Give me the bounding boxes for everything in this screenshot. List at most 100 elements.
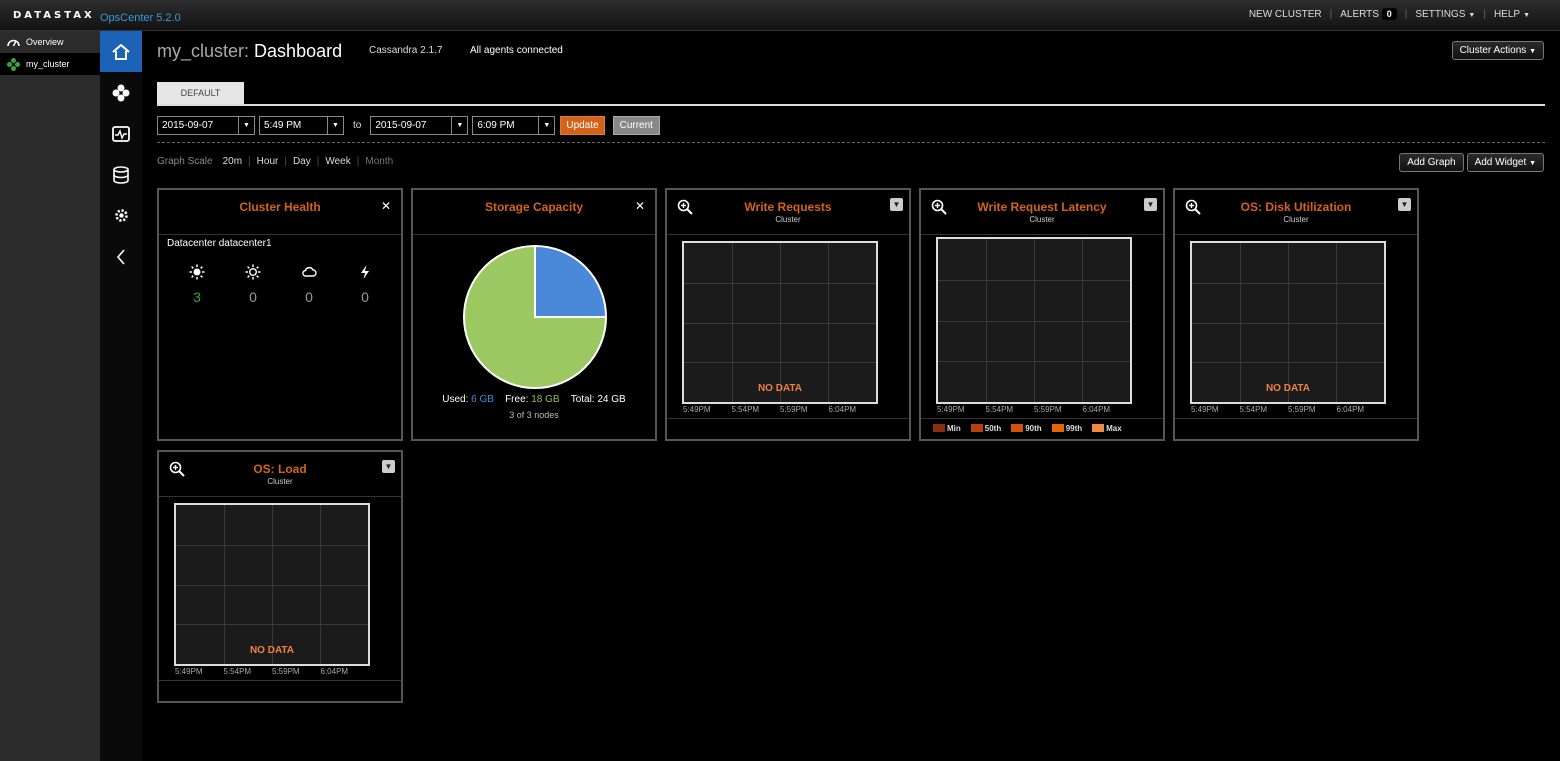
cassandra-version: Cassandra 2.1.7 xyxy=(369,45,443,56)
alerts-link[interactable]: ALERTS 0 xyxy=(1340,8,1397,20)
chevron-down-icon: ▼ xyxy=(538,116,554,134)
scale-week[interactable]: Week xyxy=(325,156,350,167)
legend-item[interactable]: 50th xyxy=(970,424,1002,433)
nodes-count: 3 of 3 nodes xyxy=(509,410,559,420)
to-time-select[interactable]: 6:09 PM ▼ xyxy=(472,115,556,135)
to-date-select[interactable]: 2015-09-07 ▼ xyxy=(370,115,469,135)
dashboard-nav-button[interactable] xyxy=(100,31,142,72)
close-icon[interactable]: ✕ xyxy=(635,199,645,213)
scale-hour[interactable]: Hour xyxy=(257,156,279,167)
legend-item[interactable]: 90th xyxy=(1011,424,1042,433)
cluster-icon xyxy=(7,57,20,71)
add-widget-button[interactable]: Add Widget ▼ xyxy=(1466,153,1544,172)
scale-day[interactable]: Day xyxy=(293,156,311,167)
graph-plot: NO DATA xyxy=(1190,241,1386,404)
graph-plot: NO DATA xyxy=(682,241,878,404)
widget-footer xyxy=(1175,418,1417,419)
scale-separator: | xyxy=(356,156,360,167)
lightning-icon xyxy=(361,265,369,279)
sidebar-item-overview[interactable]: Overview xyxy=(0,31,100,53)
chevron-down-icon: ▼ xyxy=(327,116,343,134)
graph-plot xyxy=(936,237,1132,404)
collapse-nav-button[interactable] xyxy=(100,236,142,277)
data-nav-button[interactable] xyxy=(100,154,142,195)
scale-month[interactable]: Month xyxy=(365,156,393,167)
widget-subtitle: Cluster xyxy=(1283,215,1309,224)
plot-grid xyxy=(1192,243,1384,402)
settings-menu[interactable]: SETTINGS ▼ xyxy=(1415,9,1475,20)
new-cluster-link[interactable]: NEW CLUSTER xyxy=(1249,9,1322,20)
activities-nav-button[interactable] xyxy=(100,113,142,154)
cluster-actions-button[interactable]: Cluster Actions ▼ xyxy=(1451,41,1544,60)
x-tick-label: 5:54PM xyxy=(1239,405,1268,414)
tab-default[interactable]: DEFAULT xyxy=(157,82,244,104)
services-nav-button[interactable] xyxy=(100,195,142,236)
add-graph-button[interactable]: Add Graph xyxy=(1399,153,1464,172)
widget-menu-button[interactable]: ▼ xyxy=(1398,198,1411,211)
icon-bar xyxy=(100,31,142,761)
total-label: Total: xyxy=(570,394,595,405)
legend-label: 50th xyxy=(984,424,1002,433)
widget-menu-button[interactable]: ▼ xyxy=(1144,198,1157,211)
page-name: Dashboard xyxy=(254,41,343,61)
sun-outline-icon xyxy=(245,264,261,280)
x-tick-label: 6:04PM xyxy=(828,405,857,414)
widget-subtitle: Cluster xyxy=(267,477,293,486)
plot-grid xyxy=(176,505,368,664)
no-data-label: NO DATA xyxy=(249,645,295,656)
database-icon xyxy=(113,165,129,184)
cluster-actions-label: Cluster Actions xyxy=(1459,45,1527,56)
legend-swatch xyxy=(1092,424,1105,432)
legend-swatch xyxy=(970,424,983,432)
widget-footer xyxy=(921,418,1163,419)
widget-title: Write Requests xyxy=(744,200,832,214)
disk-utilization-widget: OS: Disk Utilization Cluster ▼ NO DATA 5… xyxy=(1173,188,1419,441)
legend-swatch xyxy=(1011,424,1024,432)
free-value: 18 GB xyxy=(531,394,560,405)
close-icon[interactable]: ✕ xyxy=(381,199,391,213)
widget-header: Storage Capacity ✕ xyxy=(413,190,655,235)
storage-pie-chart xyxy=(463,244,608,389)
write-requests-widget: Write Requests Cluster ▼ NO DATA 5:49PM 5… xyxy=(665,188,911,441)
nav-separator: | xyxy=(1404,9,1408,20)
home-icon xyxy=(112,43,130,60)
x-tick-label: 5:54PM xyxy=(223,667,252,676)
widget-footer xyxy=(159,680,401,681)
widget-header: OS: Disk Utilization Cluster ▼ xyxy=(1175,190,1417,235)
nodes-nav-button[interactable] xyxy=(100,72,142,113)
sidebar-item-my-cluster[interactable]: my_cluster xyxy=(0,53,100,75)
widget-subtitle: Cluster xyxy=(1029,215,1055,224)
free-label: Free: xyxy=(505,394,529,405)
health-status-up: 3 xyxy=(187,264,207,305)
update-button[interactable]: Update xyxy=(560,115,605,135)
chevron-down-icon: ▼ xyxy=(1529,48,1536,55)
plot-grid xyxy=(938,239,1130,402)
x-tick-label: 6:04PM xyxy=(1082,405,1111,414)
legend-item[interactable]: Min xyxy=(933,424,961,433)
title-row: my_cluster: Dashboard Cassandra 2.1.7 Al… xyxy=(157,31,1547,71)
datastax-logo[interactable]: DATASTAX xyxy=(13,10,95,21)
from-date-select[interactable]: 2015-09-07 ▼ xyxy=(157,115,255,135)
health-count: 0 xyxy=(361,289,369,305)
divider xyxy=(157,142,1545,143)
health-count: 0 xyxy=(249,289,257,305)
from-time-value: 5:49 PM xyxy=(264,119,302,131)
current-button[interactable]: Current xyxy=(612,115,660,135)
x-tick-label: 5:49PM xyxy=(175,667,203,676)
x-tick-label: 5:49PM xyxy=(937,405,965,414)
scale-separator: | xyxy=(316,156,320,167)
widget-title: Cluster Health xyxy=(239,200,321,214)
latency-legend: Min 50th 90th 99th Max xyxy=(933,424,1122,433)
legend-item[interactable]: 99th xyxy=(1051,424,1082,433)
widget-menu-button[interactable]: ▼ xyxy=(890,198,903,211)
chevron-down-icon: ▼ xyxy=(451,116,467,134)
help-menu[interactable]: HELP ▼ xyxy=(1494,9,1530,20)
widget-menu-button[interactable]: ▼ xyxy=(382,460,395,473)
alerts-badge: 0 xyxy=(1381,8,1397,20)
legend-item[interactable]: Max xyxy=(1092,424,1122,433)
scale-20m[interactable]: 20m xyxy=(223,156,242,167)
widget-title: Write Request Latency xyxy=(977,200,1107,214)
write-latency-widget: Write Request Latency Cluster ▼ 5:49PM 5:… xyxy=(919,188,1165,441)
dashboard-main: my_cluster: Dashboard Cassandra 2.1.7 Al… xyxy=(157,31,1547,172)
from-time-select[interactable]: 5:49 PM ▼ xyxy=(259,115,344,135)
